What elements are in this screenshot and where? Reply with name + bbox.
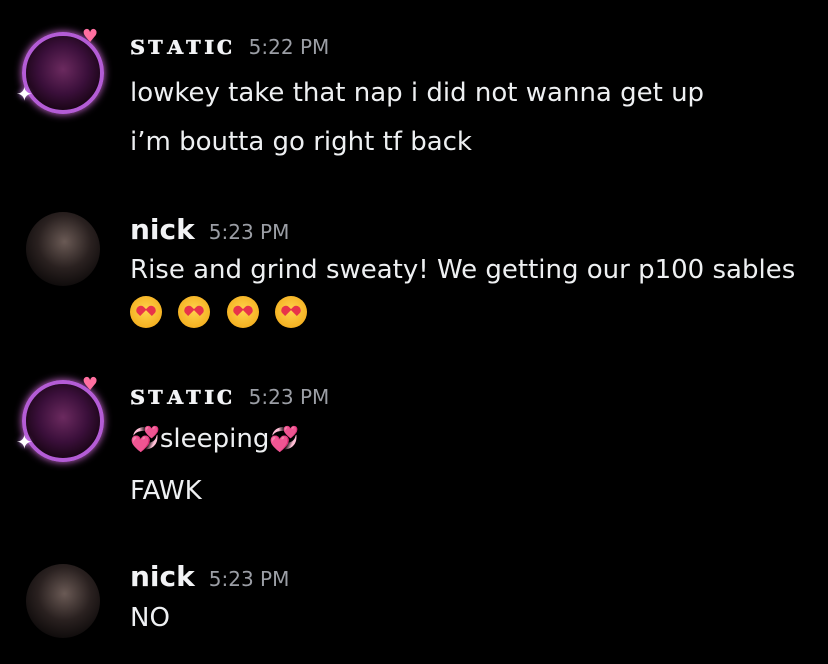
heart-decoration-icon: ♥ [82,26,99,47]
revolving-hearts-emoji[interactable]: 💞 [130,425,160,453]
message-header: nick 5:23 PM [130,560,289,593]
avatar-image [26,564,100,638]
heart-eyes-cat-emoji[interactable] [274,296,307,328]
avatar-static[interactable]: ♥ ✦ [16,376,104,462]
message-header: ꜱᴛᴀᴛɪᴄ 5:23 PM [130,380,329,411]
timestamp[interactable]: 5:23 PM [209,220,290,244]
sparkle-decoration-icon: ✦ [16,430,33,454]
username[interactable]: ꜱᴛᴀᴛɪᴄ [130,30,235,61]
avatar-static[interactable]: ♥ ✦ [16,28,104,114]
revolving-hearts-emoji[interactable]: 💞 [269,425,299,453]
username[interactable]: nick [130,560,195,593]
timestamp[interactable]: 5:23 PM [249,385,330,409]
message-text: Rise and grind sweaty! We getting our p1… [130,255,796,285]
heart-eyes-cat-emoji[interactable] [130,296,162,328]
message-text: NO [130,603,170,633]
heart-decoration-icon: ♥ [82,374,99,395]
emoji-row [130,296,315,328]
sparkle-decoration-icon: ✦ [16,82,33,106]
message-text: i’m boutta go right tf back [130,127,472,157]
message-header: ꜱᴛᴀᴛɪᴄ 5:22 PM [130,30,329,61]
message-text: 💞sleeping💞 [130,424,299,454]
timestamp[interactable]: 5:23 PM [209,567,290,591]
username[interactable]: nick [130,213,195,246]
message-text: FAWK [130,476,202,506]
message-text-sleeping: sleeping [159,424,270,454]
chat-log: ♥ ✦ ꜱᴛᴀᴛɪᴄ 5:22 PM lowkey take that nap … [0,0,828,664]
username[interactable]: ꜱᴛᴀᴛɪᴄ [130,380,235,411]
avatar-nick[interactable] [22,560,104,642]
timestamp[interactable]: 5:22 PM [249,35,330,59]
avatar-nick[interactable] [22,208,104,290]
message-header: nick 5:23 PM [130,213,289,246]
avatar-image [26,212,100,286]
message-text: lowkey take that nap i did not wanna get… [130,78,705,108]
heart-eyes-cat-emoji[interactable] [226,296,259,328]
heart-eyes-cat-emoji[interactable] [178,296,211,328]
